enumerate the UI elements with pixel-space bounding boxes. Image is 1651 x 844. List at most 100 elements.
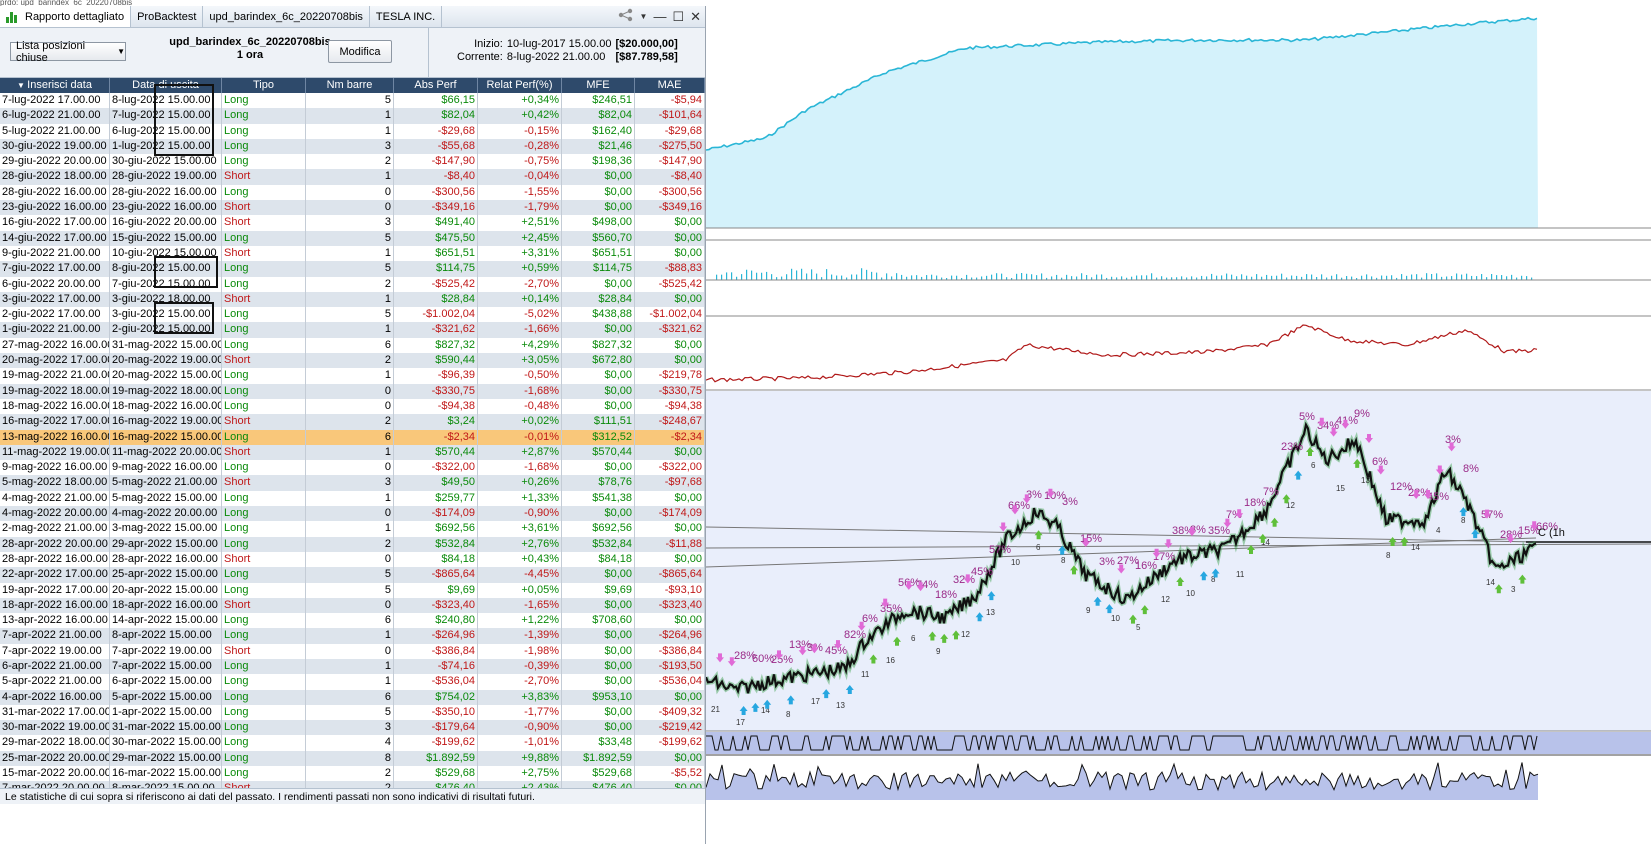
table-row[interactable]: 11-mag-2022 19.00.00 11-mag-2022 20.00.00… [0, 444, 705, 461]
table-row[interactable]: 27-mag-2022 16.00.00 31-mag-2022 15.00.00… [0, 337, 705, 354]
cell-entry-date: 5-apr-2022 21.00.00 [0, 674, 110, 690]
table-row[interactable]: 25-mar-2022 20.00.00 29-mar-2022 15.00.00… [0, 750, 705, 767]
bar-count-label: 21 [711, 705, 720, 714]
bar-count-label: 6 [1036, 543, 1041, 552]
close-icon[interactable]: ✕ [690, 9, 701, 25]
col-entry-date[interactable]: ▼ Inserisci data [0, 78, 110, 93]
table-row[interactable]: 7-lug-2022 17.00.00 8-lug-2022 15.00.00 Lo… [0, 93, 705, 109]
col-mfe[interactable]: MFE [562, 78, 635, 93]
table-row[interactable]: 6-lug-2022 21.00.00 7-lug-2022 15.00.00 Lo… [0, 108, 705, 124]
cell-relat-perf: -2,70% [478, 674, 562, 690]
table-row[interactable]: 28-giu-2022 16.00.00 28-giu-2022 16.00.00… [0, 184, 705, 201]
cell-relat-perf: -1,98% [478, 643, 562, 659]
cell-mfe: $529,68 [562, 766, 635, 782]
cell-exit-date: 1-lug-2022 15.00.00 [110, 138, 222, 155]
table-row[interactable]: 3-giu-2022 17.00.00 3-giu-2022 18.00.00 Sh… [0, 291, 705, 308]
equity-curve-panel [706, 0, 1651, 229]
cell-mae: -$8,40 [635, 169, 705, 185]
cell-mfe: $28,84 [562, 291, 635, 308]
col-abs-perf[interactable]: Abs Perf [394, 78, 478, 93]
table-row[interactable]: 7-apr-2022 21.00.00 8-apr-2022 15.00.00 Lo… [0, 628, 705, 644]
minimize-icon[interactable]: — [653, 9, 666, 24]
cell-entry-date: 25-mar-2022 20.00.00 [0, 750, 110, 767]
share-icon[interactable] [618, 8, 634, 25]
chevron-down-icon: ▼ [117, 47, 125, 56]
cell-mfe: $498,00 [562, 215, 635, 231]
table-row[interactable]: 28-giu-2022 18.00.00 28-giu-2022 19.00.00… [0, 169, 705, 185]
table-row[interactable]: 5-apr-2022 21.00.00 6-apr-2022 15.00.00 Lo… [0, 674, 705, 690]
table-row[interactable]: 16-mag-2022 17.00.00 16-mag-2022 19.00.00… [0, 414, 705, 430]
cell-mfe: $0,00 [562, 567, 635, 583]
cell-type: Long [222, 108, 306, 124]
cell-mae: -$330,75 [635, 383, 705, 399]
cell-mae: $0,00 [635, 750, 705, 767]
cell-bar-count: 4 [306, 735, 394, 751]
table-row[interactable]: 19-apr-2022 17.00.00 20-apr-2022 15.00.00… [0, 582, 705, 598]
bar-count-label: 6 [1311, 461, 1316, 470]
cell-type: Long [222, 750, 306, 767]
table-row[interactable]: 20-mag-2022 17.00.00 20-mag-2022 19.00.00… [0, 353, 705, 369]
table-row[interactable]: 23-giu-2022 16.00.00 23-giu-2022 16.00.00… [0, 200, 705, 216]
tab-probacktest[interactable]: ProBacktest [131, 6, 204, 27]
table-row[interactable]: 19-mag-2022 21.00.00 20-mag-2022 15.00.00… [0, 368, 705, 384]
tab-detailed-report[interactable]: Rapporto dettagliato [0, 6, 132, 27]
table-row[interactable]: 2-mag-2022 21.00.00 3-mag-2022 15.00.00 Lo… [0, 521, 705, 537]
table-row[interactable]: 28-apr-2022 20.00.00 29-apr-2022 15.00.00… [0, 536, 705, 552]
table-row[interactable]: 7-apr-2022 19.00.00 7-apr-2022 19.00.00 Sh… [0, 643, 705, 659]
table-row[interactable]: 18-apr-2022 16.00.00 18-apr-2022 16.00.00… [0, 597, 705, 614]
bar-count-label: 8 [786, 710, 791, 719]
bar-count-label: 13 [836, 701, 845, 710]
table-row[interactable]: 16-giu-2022 17.00.00 16-giu-2022 20.00.00… [0, 215, 705, 231]
cell-mae: -$2,34 [635, 429, 705, 445]
table-row[interactable]: 13-mag-2022 16.00.00 16-mag-2022 15.00.00… [0, 429, 705, 445]
current-value: [$87.789,58] [615, 51, 678, 63]
table-row[interactable]: 22-apr-2022 17.00.00 25-apr-2022 15.00.00… [0, 567, 705, 583]
table-row[interactable]: 4-mag-2022 21.00.00 5-mag-2022 15.00.00 Lo… [0, 490, 705, 507]
table-row[interactable]: 2-giu-2022 17.00.00 3-giu-2022 15.00.00 Lo… [0, 307, 705, 323]
table-row[interactable]: 30-giu-2022 19.00.00 1-lug-2022 15.00.00 L… [0, 138, 705, 155]
cell-bar-count: 2 [306, 766, 394, 782]
cell-type: Short [222, 215, 306, 231]
table-row[interactable]: 29-mar-2022 18.00.00 30-mar-2022 15.00.00… [0, 735, 705, 751]
table-row[interactable]: 19-mag-2022 18.00.00 19-mag-2022 18.00.00… [0, 383, 705, 399]
maximize-icon[interactable]: ☐ [672, 9, 684, 25]
table-row[interactable]: 1-giu-2022 21.00.00 2-giu-2022 15.00.00 Lo… [0, 322, 705, 338]
cell-entry-date: 19-mag-2022 18.00.00 [0, 383, 110, 399]
table-row[interactable]: 18-mag-2022 16.00.00 18-mag-2022 16.00.00… [0, 398, 705, 415]
table-row[interactable]: 9-mag-2022 16.00.00 9-mag-2022 16.00.00 Lo… [0, 460, 705, 476]
cell-mae: -$174,09 [635, 506, 705, 522]
table-row[interactable]: 5-lug-2022 21.00.00 6-lug-2022 15.00.00 Lo… [0, 123, 705, 139]
table-row[interactable]: 7-giu-2022 17.00.00 8-giu-2022 15.00.00 Lo… [0, 261, 705, 277]
cell-relat-perf: -1,68% [478, 460, 562, 476]
cell-abs-perf: -$55,68 [394, 138, 478, 155]
modify-button[interactable]: Modifica [328, 40, 392, 63]
cell-mfe: $0,00 [562, 276, 635, 292]
tab-instrument[interactable]: TESLA INC. [370, 6, 443, 27]
table-row[interactable]: 9-giu-2022 21.00.00 10-giu-2022 15.00.00 S… [0, 245, 705, 262]
col-relat-perf[interactable]: Relat Perf(%) [478, 78, 562, 93]
table-row[interactable]: 4-mag-2022 20.00.00 4-mag-2022 20.00.00 Lo… [0, 506, 705, 522]
table-row[interactable]: 15-mar-2022 20.00.00 16-mar-2022 15.00.00… [0, 766, 705, 782]
tab-strategy[interactable]: upd_barindex_6c_20220708bis [203, 6, 370, 27]
percent-label: 18% [935, 589, 957, 601]
cell-exit-date: 7-apr-2022 15.00.00 [110, 658, 222, 675]
table-row[interactable]: 30-mar-2022 19.00.00 31-mar-2022 15.00.00… [0, 720, 705, 736]
col-mae[interactable]: MAE [635, 78, 705, 93]
table-row[interactable]: 6-apr-2022 21.00.00 7-apr-2022 15.00.00 Lo… [0, 658, 705, 675]
table-row[interactable]: 13-apr-2022 16.00.00 14-apr-2022 15.00.00… [0, 613, 705, 629]
table-row[interactable]: 28-apr-2022 16.00.00 28-apr-2022 16.00.00… [0, 551, 705, 568]
table-row[interactable]: 5-mag-2022 18.00.00 5-mag-2022 21.00.00 Sh… [0, 475, 705, 491]
cell-mae: -$275,50 [635, 138, 705, 155]
cell-bar-count: 1 [306, 368, 394, 384]
table-row[interactable]: 6-giu-2022 20.00.00 7-giu-2022 15.00.00 Lo… [0, 276, 705, 292]
cell-mfe: $198,36 [562, 154, 635, 170]
closed-positions-dropdown[interactable]: Lista posizioni chiuse ▼ [10, 40, 126, 64]
col-type[interactable]: Tipo [222, 78, 306, 93]
col-exit-date[interactable]: Data di uscita [110, 78, 222, 93]
table-row[interactable]: 29-giu-2022 20.00.00 30-giu-2022 15.00.00… [0, 154, 705, 170]
table-row[interactable]: 4-apr-2022 16.00.00 5-apr-2022 15.00.00 Lo… [0, 689, 705, 705]
col-bar-count[interactable]: Nm barre [306, 78, 394, 93]
table-row[interactable]: 31-mar-2022 17.00.00 1-apr-2022 15.00.00 L… [0, 704, 705, 721]
dropdown-arrow-icon[interactable]: ▼ [640, 12, 648, 21]
table-row[interactable]: 14-giu-2022 17.00.00 15-giu-2022 15.00.00… [0, 230, 705, 246]
